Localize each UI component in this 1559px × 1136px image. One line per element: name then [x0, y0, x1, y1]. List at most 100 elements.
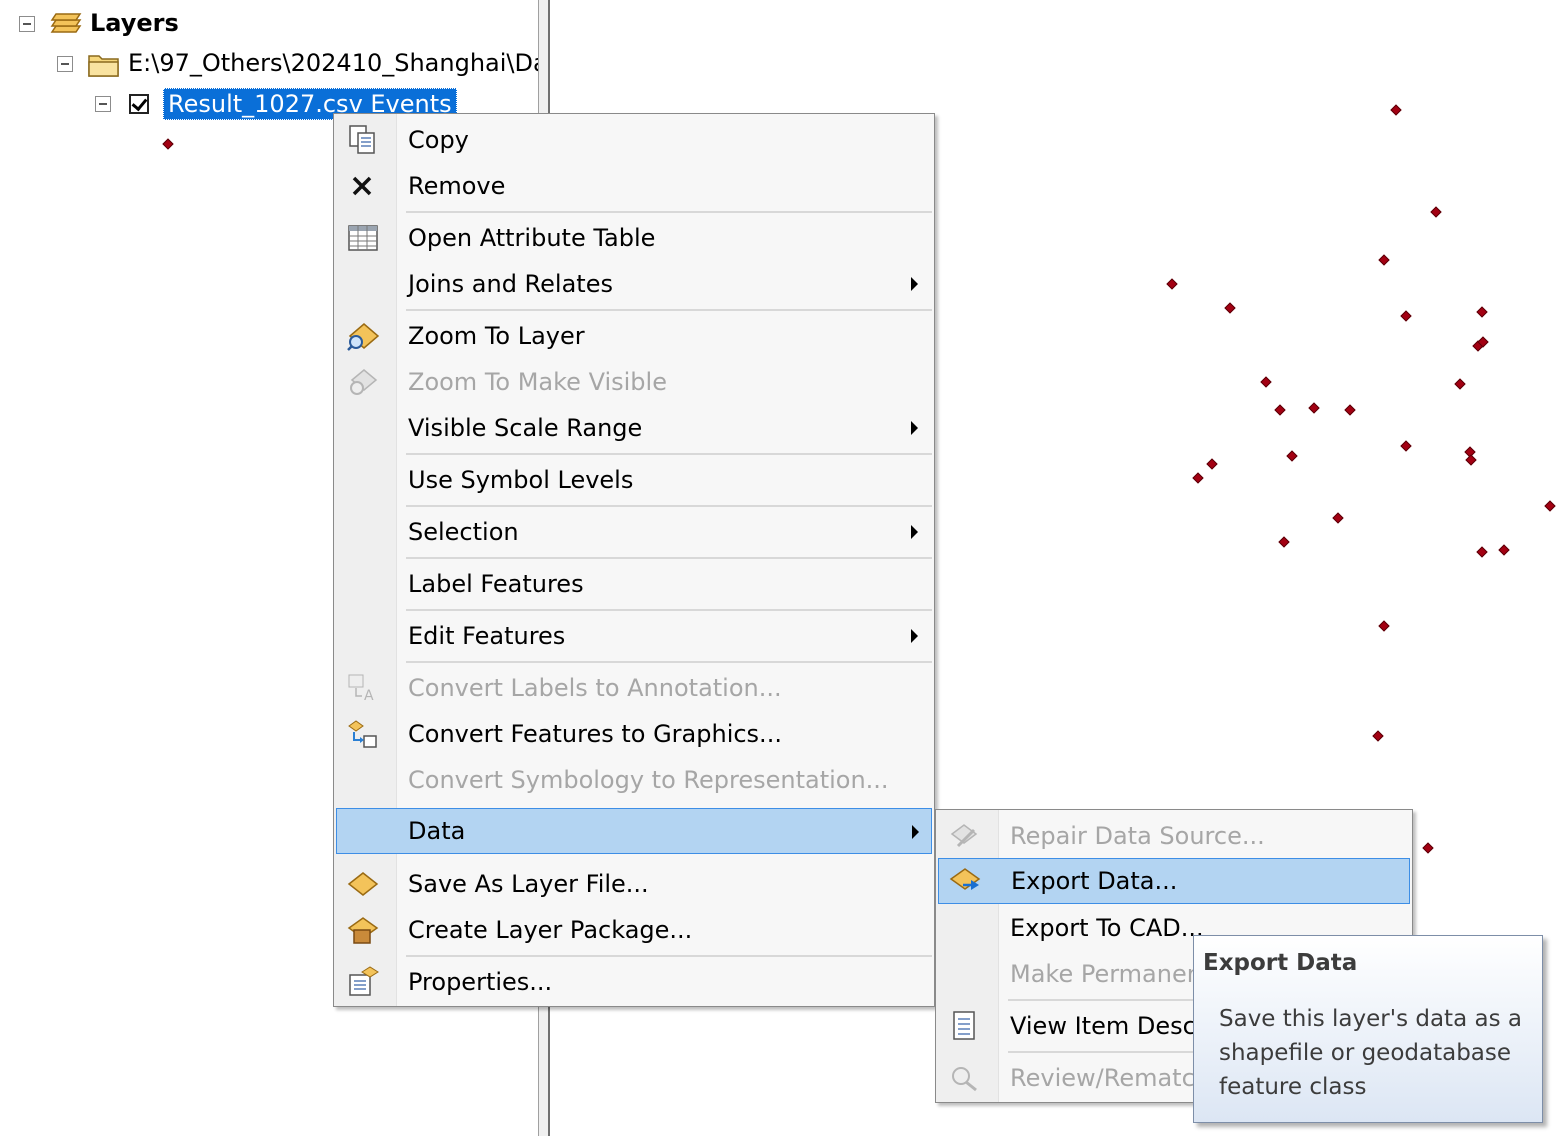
menu-separator: [406, 453, 932, 455]
map-point: [1400, 310, 1412, 322]
map-point: [1206, 458, 1218, 470]
export-data-tooltip: Export Data Save this layer's data as a …: [1193, 935, 1543, 1123]
collapse-layers-toggle[interactable]: [19, 16, 35, 32]
submenu-label: View Item Descr: [1010, 1012, 1206, 1040]
map-point: [1378, 620, 1390, 632]
menu-item-zoom-to-make-visible[interactable]: Zoom To Make Visible: [336, 360, 932, 404]
submenu-item-export-data[interactable]: Export Data...: [938, 858, 1410, 904]
map-point: [1372, 730, 1384, 742]
map-point: [1465, 454, 1477, 466]
menu-label: Save As Layer File...: [408, 870, 649, 898]
submenu-label: Review/Rematch: [1010, 1064, 1210, 1092]
tooltip-body: Save this layer's data as a shapefile or…: [1219, 1006, 1522, 1100]
layers-root-label[interactable]: Layers: [90, 8, 179, 38]
convert-graphics-icon: [348, 720, 377, 748]
menu-label: Copy: [408, 126, 469, 154]
menu-item-use-symbol-levels[interactable]: Use Symbol Levels: [336, 458, 932, 502]
map-point: [1378, 254, 1390, 266]
map-point: [1400, 440, 1412, 452]
map-point: [1166, 278, 1178, 290]
tooltip-title: Export Data: [1203, 950, 1358, 976]
map-point: [1278, 536, 1290, 548]
table-icon: [348, 225, 378, 251]
menu-separator: [406, 661, 932, 663]
menu-item-convert-labels[interactable]: A Convert Labels to Annotation...: [336, 666, 932, 710]
menu-item-copy[interactable]: Copy: [336, 118, 932, 162]
menu-label: Convert Features to Graphics...: [408, 720, 782, 748]
submenu-item-repair-data-source[interactable]: Repair Data Source...: [938, 814, 1410, 858]
map-point: [1454, 378, 1466, 390]
menu-label: Label Features: [408, 570, 584, 598]
folder-icon: [88, 55, 119, 77]
menu-label: Visible Scale Range: [408, 414, 643, 442]
menu-label: Use Symbol Levels: [408, 466, 634, 494]
convert-labels-icon: A: [348, 674, 374, 704]
menu-item-convert-symbology[interactable]: Convert Symbology to Representation...: [336, 758, 932, 802]
repair-icon: [950, 824, 978, 848]
legend-point-symbol: [162, 138, 174, 150]
menu-item-data[interactable]: Data: [336, 808, 932, 854]
menu-separator: [406, 505, 932, 507]
menu-item-create-layer-package[interactable]: Create Layer Package...: [336, 908, 932, 952]
layer-file-icon: [347, 872, 379, 896]
submenu-arrow-icon: [911, 421, 918, 435]
close-icon: [352, 176, 372, 196]
menu-label: Properties...: [408, 968, 553, 996]
submenu-arrow-icon: [911, 525, 918, 539]
submenu-arrow-icon: [912, 825, 919, 839]
zoom-visible-icon: [350, 369, 378, 395]
menu-item-selection[interactable]: Selection: [336, 510, 932, 554]
layers-icon: [50, 13, 82, 33]
menu-item-zoom-to-layer[interactable]: Zoom To Layer: [336, 314, 932, 358]
map-point: [1544, 500, 1556, 512]
map-point: [1476, 546, 1488, 558]
properties-icon: [349, 966, 379, 996]
collapse-folder-toggle[interactable]: [57, 56, 73, 72]
submenu-label: Export To CAD...: [1010, 914, 1204, 942]
menu-item-save-as-layer-file[interactable]: Save As Layer File...: [336, 862, 932, 906]
layer-package-icon: [347, 917, 379, 944]
menu-separator: [406, 557, 932, 559]
menu-item-properties[interactable]: Properties...: [336, 960, 932, 1004]
map-point: [1422, 842, 1434, 854]
menu-label: Convert Symbology to Representation...: [408, 766, 889, 794]
menu-label: Zoom To Make Visible: [408, 368, 667, 396]
map-point: [1274, 404, 1286, 416]
menu-label: Joins and Relates: [408, 270, 613, 298]
zoom-layer-icon: [347, 323, 380, 351]
map-point: [1332, 512, 1344, 524]
submenu-arrow-icon: [911, 629, 918, 643]
menu-separator: [406, 609, 932, 611]
menu-item-convert-features-to-graphics[interactable]: Convert Features to Graphics...: [336, 712, 932, 756]
menu-item-visible-scale-range[interactable]: Visible Scale Range: [336, 406, 932, 450]
map-point: [1192, 472, 1204, 484]
menu-label: Create Layer Package...: [408, 916, 693, 944]
menu-item-edit-features[interactable]: Edit Features: [336, 614, 932, 658]
menu-item-label-features[interactable]: Label Features: [336, 562, 932, 606]
menu-label: Zoom To Layer: [408, 322, 585, 350]
menu-separator: [406, 955, 932, 957]
layer-visibility-checkbox[interactable]: [129, 94, 149, 114]
document-icon: [953, 1011, 975, 1040]
folder-path-label[interactable]: E:\97_Others\202410_Shanghai\Dat: [128, 48, 557, 78]
menu-label: Open Attribute Table: [408, 224, 656, 252]
menu-item-remove[interactable]: Remove: [336, 164, 932, 208]
svg-text:A: A: [364, 688, 374, 704]
map-point: [1260, 376, 1272, 388]
map-point: [1224, 302, 1236, 314]
collapse-layer-toggle[interactable]: [95, 96, 111, 112]
submenu-arrow-icon: [911, 277, 918, 291]
menu-item-joins-and-relates[interactable]: Joins and Relates: [336, 262, 932, 306]
menu-label: Edit Features: [408, 622, 566, 650]
copy-icon: [349, 125, 375, 154]
submenu-label: Repair Data Source...: [1010, 822, 1265, 850]
menu-separator: [406, 309, 932, 311]
menu-label: Convert Labels to Annotation...: [408, 674, 782, 702]
map-point: [1390, 104, 1402, 116]
submenu-label: Export Data...: [1011, 867, 1178, 895]
map-point: [1308, 402, 1320, 414]
map-point: [1498, 544, 1510, 556]
menu-item-open-attribute-table[interactable]: Open Attribute Table: [336, 216, 932, 260]
rematch-icon: [952, 1067, 977, 1092]
menu-label: Data: [408, 817, 466, 845]
